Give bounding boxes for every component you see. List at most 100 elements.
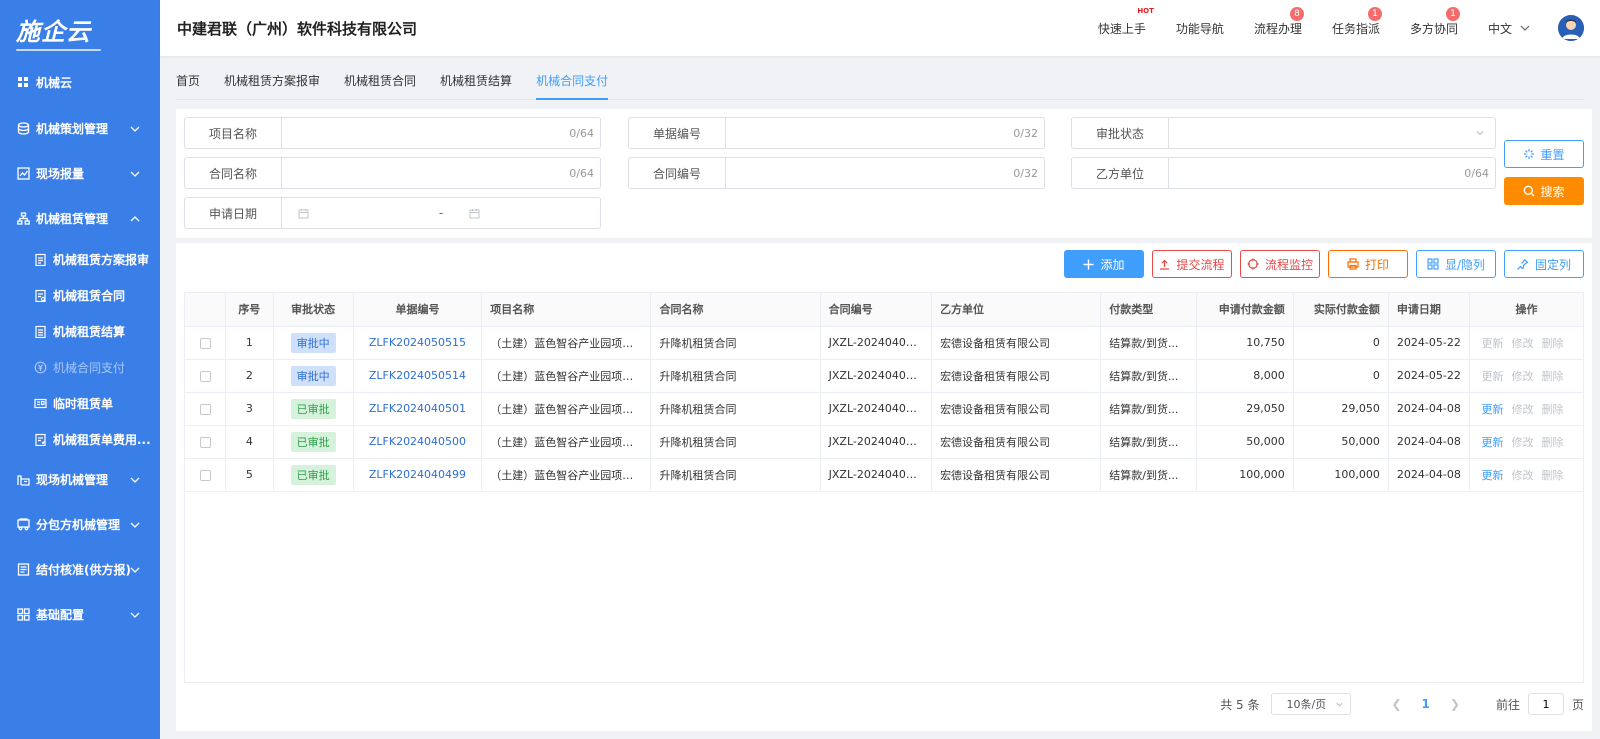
column-header: 单据编号 [353, 293, 483, 327]
sidebar-sub-item-lease-settlement[interactable]: 机械租赁结算 [0, 313, 160, 349]
search-icon [1524, 185, 1535, 197]
sidebar-item-subcontractor-machine[interactable]: 分包方机械管理 [0, 502, 160, 547]
sidebar-sub-item-label: 机械租赁方案报审 [53, 252, 150, 267]
goto-page-input[interactable] [1527, 693, 1564, 715]
update-action[interactable]: 更新 [1481, 403, 1503, 416]
edit-action[interactable]: 修改 [1511, 403, 1533, 416]
delete-action[interactable]: 删除 [1541, 403, 1563, 416]
search-button[interactable]: 搜索 [1504, 177, 1584, 205]
update-action[interactable]: 更新 [1481, 337, 1503, 350]
start-date-input[interactable] [282, 198, 429, 228]
cell-actual-amount: 0 [1293, 326, 1389, 360]
settlement-icon [34, 325, 47, 338]
doc-link[interactable]: ZLFK2024040499 [369, 468, 466, 481]
column-header: 申请日期 [1388, 293, 1470, 327]
tab-lease-settlement[interactable]: 机械租赁结算 [440, 70, 512, 100]
contract-no-field: 合同编号 0/32 [628, 157, 1045, 189]
end-date-input[interactable] [453, 198, 600, 228]
submit-process-button[interactable]: 提交流程 [1152, 250, 1232, 278]
print-button[interactable]: 打印 [1328, 250, 1408, 278]
row-checkbox[interactable] [199, 469, 211, 481]
process-monitor-button[interactable]: 流程监控 [1240, 250, 1320, 278]
update-action[interactable]: 更新 [1481, 436, 1503, 449]
edit-action[interactable]: 修改 [1511, 469, 1533, 482]
table-row[interactable]: 5 已审批 ZLFK2024040499 （土建）蓝色智谷产业园项目... 升降… [185, 458, 1583, 492]
add-button[interactable]: 添加 [1064, 250, 1144, 278]
sidebar-sub-item-lease-contract[interactable]: 机械租赁合同 [0, 277, 160, 313]
logo[interactable]: 施企云 [0, 0, 160, 58]
nav-collaboration[interactable]: 1 多方协同 [1410, 6, 1460, 37]
sidebar-item-label: 分包方机械管理 [36, 518, 121, 532]
sidebar-sub-item-scheme-review[interactable]: 机械租赁方案报审 [0, 241, 160, 277]
table-row[interactable]: 3 已审批 ZLFK2024040501 （土建）蓝色智谷产业园项目... 升降… [185, 392, 1583, 426]
row-checkbox-cell [185, 425, 227, 459]
tab-home[interactable]: 首页 [176, 70, 200, 100]
avatar[interactable] [1558, 15, 1584, 41]
sidebar-sub-item-label: 机械合同支付 [53, 360, 126, 375]
tab-lease-contract[interactable]: 机械租赁合同 [344, 70, 416, 100]
delete-action[interactable]: 删除 [1541, 469, 1563, 482]
table-row[interactable]: 4 已审批 ZLFK2024040500 （土建）蓝色智谷产业园项目... 升降… [185, 425, 1583, 459]
sidebar-item-basic-config[interactable]: 基础配置 [0, 592, 160, 637]
cell-contract: 升降机租赁合同 [650, 458, 821, 492]
sidebar-sub-item-contract-payment[interactable]: 机械合同支付 [0, 349, 160, 385]
nav-quick-start[interactable]: HOT 快速上手 [1098, 7, 1154, 37]
nav-process-handle[interactable]: 8 流程办理 [1254, 6, 1304, 37]
contract-name-input[interactable] [282, 158, 570, 188]
page-size-select[interactable]: 10条/页 [1271, 693, 1352, 715]
language-label: 中文 [1487, 21, 1512, 36]
row-checkbox[interactable] [199, 337, 211, 349]
column-header: 乙方单位 [931, 293, 1102, 327]
language-select[interactable]: 中文 [1488, 20, 1530, 37]
sidebar-item-planning[interactable]: 机械策划管理 [0, 106, 160, 151]
nav-task-assign[interactable]: 1 任务指派 [1332, 6, 1382, 37]
edit-action[interactable]: 修改 [1511, 370, 1533, 383]
sidebar-item-lease-management[interactable]: 机械租赁管理 [0, 196, 160, 241]
cell-date: 2024-04-08 [1388, 458, 1470, 492]
sidebar-item-mechanical-cloud[interactable]: 机械云 [0, 58, 160, 106]
toggle-columns-button[interactable]: 显/隐列 [1416, 250, 1496, 278]
delete-action[interactable]: 删除 [1541, 337, 1563, 350]
next-page-icon[interactable]: ❯ [1450, 697, 1460, 711]
fix-columns-button[interactable]: 固定列 [1504, 250, 1584, 278]
page-number-current[interactable]: 1 [1422, 697, 1430, 711]
tab-contract-payment[interactable]: 机械合同支付 [536, 70, 609, 100]
update-action[interactable]: 更新 [1481, 370, 1503, 383]
update-action[interactable]: 更新 [1481, 469, 1503, 482]
sidebar-item-site-report[interactable]: 现场报量 [0, 151, 160, 196]
doc-link[interactable]: ZLFK2024040500 [369, 435, 466, 448]
status-badge: 审批中 [290, 332, 336, 353]
party-b-input[interactable] [1169, 158, 1465, 188]
doc-link[interactable]: ZLFK2024050514 [369, 369, 466, 382]
row-checkbox[interactable] [199, 403, 211, 415]
project-name-input[interactable] [282, 118, 570, 148]
doc-no-input[interactable] [726, 118, 1014, 148]
status-select[interactable] [1169, 118, 1475, 148]
table-row[interactable]: 1 审批中 ZLFK2024050515 （土建）蓝色智谷产业园项目... 升降… [185, 326, 1583, 360]
tab-scheme-review[interactable]: 机械租赁方案报审 [224, 70, 320, 100]
sidebar-item-site-machine[interactable]: 现场机械管理 [0, 457, 160, 502]
delete-action[interactable]: 删除 [1541, 370, 1563, 383]
cell-actual-amount: 0 [1293, 359, 1389, 393]
reset-button[interactable]: 重置 [1504, 140, 1584, 168]
select-all-header[interactable] [185, 293, 227, 327]
table-row[interactable]: 2 审批中 ZLFK2024050514 （土建）蓝色智谷产业园项目... 升降… [185, 359, 1583, 393]
sidebar-item-payment-approval[interactable]: 结付核准(供方报) [0, 547, 160, 592]
contract-no-input[interactable] [726, 158, 1014, 188]
sidebar-sub-item-lease-fee[interactable]: 机械租赁单费用... [0, 421, 160, 457]
edit-action[interactable]: 修改 [1511, 337, 1533, 350]
nav-function-guide[interactable]: 功能导航 [1176, 20, 1224, 37]
doc-link[interactable]: ZLFK2024050515 [369, 336, 466, 349]
row-checkbox[interactable] [199, 436, 211, 448]
status-field: 审批状态 [1071, 117, 1496, 149]
edit-action[interactable]: 修改 [1511, 436, 1533, 449]
cell-project: （土建）蓝色智谷产业园项目... [481, 425, 652, 459]
delete-action[interactable]: 删除 [1541, 436, 1563, 449]
chevron-down-icon [130, 612, 140, 618]
field-label: 乙方单位 [1072, 158, 1169, 188]
prev-page-icon[interactable]: ❮ [1391, 697, 1401, 711]
doc-link[interactable]: ZLFK2024040501 [369, 402, 466, 415]
row-checkbox[interactable] [199, 370, 211, 382]
table-header-row: 序号 审批状态 单据编号 项目名称 合同名称 合同编号 乙方单位 付款类型 申请… [185, 293, 1583, 327]
sidebar-sub-item-temp-lease[interactable]: 临时租赁单 [0, 385, 160, 421]
